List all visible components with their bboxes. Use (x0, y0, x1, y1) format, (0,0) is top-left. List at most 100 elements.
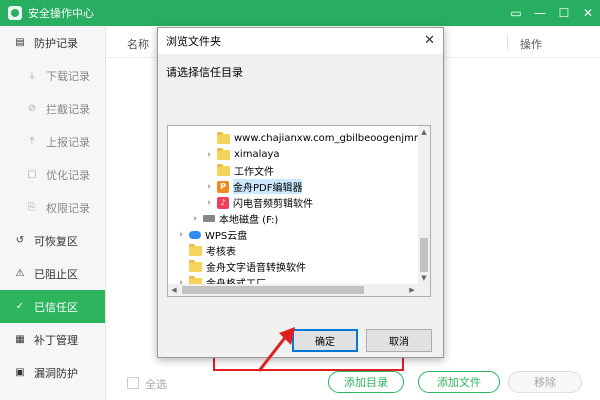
folder-icon (189, 243, 202, 256)
tree-item-label: 考核表 (206, 247, 236, 258)
folder-icon (189, 259, 202, 272)
close-icon[interactable]: ✕ (576, 0, 600, 26)
sidebar-item[interactable]: ⎘ 权限记录 (0, 191, 105, 224)
tree-item[interactable]: › WPS云盘 (176, 226, 247, 243)
remove-button[interactable]: 移除 (508, 371, 582, 393)
sidebar-item-label: 已阻止区 (34, 267, 78, 281)
restore-icon: ↺ (15, 235, 25, 246)
sidebar-item[interactable]: ↺ 可恢复区 (0, 224, 105, 257)
column-name-header[interactable]: 名称 (127, 36, 149, 52)
column-op-header: 操作 (520, 38, 542, 51)
sidebar-item[interactable]: ⤓ 下载记录 (0, 59, 105, 92)
tree-item-label: 金舟文字语音转换软件 (206, 263, 306, 274)
feedback-icon[interactable]: ▭ (504, 0, 528, 26)
vertical-scroll-thumb[interactable] (420, 238, 428, 272)
expand-chevron-icon[interactable]: › (176, 230, 186, 240)
sidebar-item-label: 已信任区 (34, 300, 78, 314)
sidebar-item-label: 可恢复区 (34, 234, 78, 248)
tree-item-label: 本地磁盘 (F:) (219, 215, 279, 226)
tree-item-label: 闪电音频剪辑软件 (233, 199, 313, 210)
scroll-right-icon[interactable]: ▶ (406, 284, 418, 296)
permission-icon: ⎘ (28, 202, 36, 213)
sidebar-item-label: 拦截记录 (46, 102, 90, 116)
expand-chevron-icon[interactable]: › (204, 182, 214, 192)
tree-item[interactable]: 金舟文字语音转换软件 (176, 258, 306, 275)
sidebar-item-label: 防护记录 (34, 36, 78, 50)
app-title: 安全操作中心 (28, 7, 94, 20)
horizontal-scroll-thumb[interactable] (182, 286, 364, 294)
vulnerability-icon: ▣ (15, 367, 25, 378)
scroll-down-icon[interactable]: ▼ (418, 272, 430, 284)
minimize-icon[interactable]: — (528, 0, 552, 26)
bottom-bar: 全选 添加目录 添加文件 移除 (107, 366, 600, 400)
sidebar-item[interactable]: ⚠ 已阻止区 (0, 257, 105, 290)
tree-item[interactable]: › 本地磁盘 (F:) (190, 210, 278, 227)
expand-chevron-icon[interactable]: › (204, 198, 214, 208)
download-icon: ⤓ (29, 70, 35, 81)
sidebar-item-label: 权限记录 (46, 201, 90, 215)
tree-horizontal-scrollbar[interactable]: ◀ ▶ (168, 284, 430, 296)
shield-list-icon: ▤ (15, 37, 25, 48)
tree-item-label: WPS云盘 (205, 231, 248, 242)
app-logo-icon (8, 6, 22, 20)
sidebar-item[interactable]: ⤒ 上报记录 (0, 125, 105, 158)
sidebar-item-label: 上报记录 (46, 135, 90, 149)
tree-vertical-scrollbar[interactable]: ▲ ▼ (418, 126, 430, 284)
maximize-icon[interactable]: ☐ (552, 0, 576, 26)
title-bar: 安全操作中心 ▭ — ☐ ✕ (0, 0, 600, 26)
scroll-left-icon[interactable]: ◀ (168, 284, 180, 296)
dialog-title: 浏览文件夹 (166, 35, 221, 48)
folder-icon (217, 147, 230, 160)
sidebar-item[interactable]: ▣ 漏洞防护 (0, 356, 105, 389)
sidebar-item-label: 优化记录 (46, 168, 90, 182)
cancel-button[interactable]: 取消 (366, 329, 432, 352)
tree-item[interactable]: www.chajianxw.com_gbilbeoogenjmnabenk (204, 130, 431, 147)
add-file-button[interactable]: 添加文件 (418, 371, 500, 393)
drive-icon (203, 215, 215, 222)
sidebar-item[interactable]: ▦ 补丁管理 (0, 323, 105, 356)
tree-item-label: 工作文件 (234, 167, 274, 178)
add-directory-button[interactable]: 添加目录 (328, 371, 404, 393)
tree-item-label: www.chajianxw.com_gbilbeoogenjmnabenk (234, 133, 431, 144)
expand-chevron-icon[interactable]: › (204, 150, 214, 160)
sidebar-item[interactable]: ▢ 优化记录 (0, 158, 105, 191)
patch-icon: ▦ (15, 334, 25, 345)
column-divider (507, 35, 508, 49)
tree-item[interactable]: › ximalaya (204, 146, 280, 163)
sidebar-item[interactable]: ▤ 防护记录 (0, 26, 105, 59)
red-arrow-annotation-icon (257, 327, 295, 372)
scroll-up-icon[interactable]: ▲ (418, 126, 430, 138)
dialog-title-bar: 浏览文件夹 ✕ (158, 28, 443, 54)
sidebar-item-label: 漏洞防护 (34, 366, 78, 380)
sidebar: ▤ 防护记录 ⤓ 下载记录 ⊘ 拦截记录 ⤒ 上报记录 ▢ 优化记录 ⎘ 权限记录 ↺ 可恢复区 ⚠ 已阻止区… (0, 26, 106, 400)
sidebar-item-label: 补丁管理 (34, 333, 78, 347)
folder-icon (217, 131, 230, 144)
tree-item-label: 金舟PDF编辑器 (233, 179, 303, 194)
blocked-icon: ⚠ (15, 268, 25, 279)
tree-item[interactable]: › P 金舟PDF编辑器 (204, 178, 303, 195)
tree-item[interactable]: 考核表 (176, 242, 236, 259)
dialog-prompt: 请选择信任目录 (166, 66, 243, 79)
dialog-close-icon[interactable]: ✕ (424, 33, 435, 48)
cloud-icon (189, 230, 201, 239)
sidebar-item-label: 下载记录 (46, 69, 90, 83)
tree-item[interactable]: › ♪ 闪电音频剪辑软件 (204, 194, 313, 211)
upload-icon: ⤒ (29, 136, 35, 147)
sidebar-item[interactable]: ✓ 已信任区 (0, 290, 105, 323)
folder-tree[interactable]: ›金舟格式工厂金舟文字语音转换软件考核表›WPS云盘›本地磁盘 (F:)›♪闪电… (167, 125, 431, 297)
optimize-icon: ▢ (27, 169, 37, 180)
expand-chevron-icon[interactable]: › (190, 214, 200, 224)
tree-item[interactable]: 工作文件 (204, 162, 274, 179)
ok-button[interactable]: 确定 (292, 329, 358, 352)
trusted-shield-icon: ✓ (15, 301, 25, 312)
browse-folder-dialog: 浏览文件夹 ✕ 请选择信任目录 ›金舟格式工厂金舟文字语音转换软件考核表›WPS… (157, 27, 444, 358)
tree-item-label: ximalaya (234, 149, 280, 160)
audio-icon: ♪ (217, 196, 229, 209)
pdf-icon: P (217, 180, 229, 193)
select-all-label: 全选 (145, 378, 167, 391)
sidebar-item[interactable]: ⊘ 拦截记录 (0, 92, 105, 125)
block-icon: ⊘ (27, 103, 37, 114)
select-all-checkbox[interactable] (127, 377, 139, 389)
window-controls: ▭ — ☐ ✕ (504, 0, 600, 26)
folder-icon (217, 163, 230, 176)
